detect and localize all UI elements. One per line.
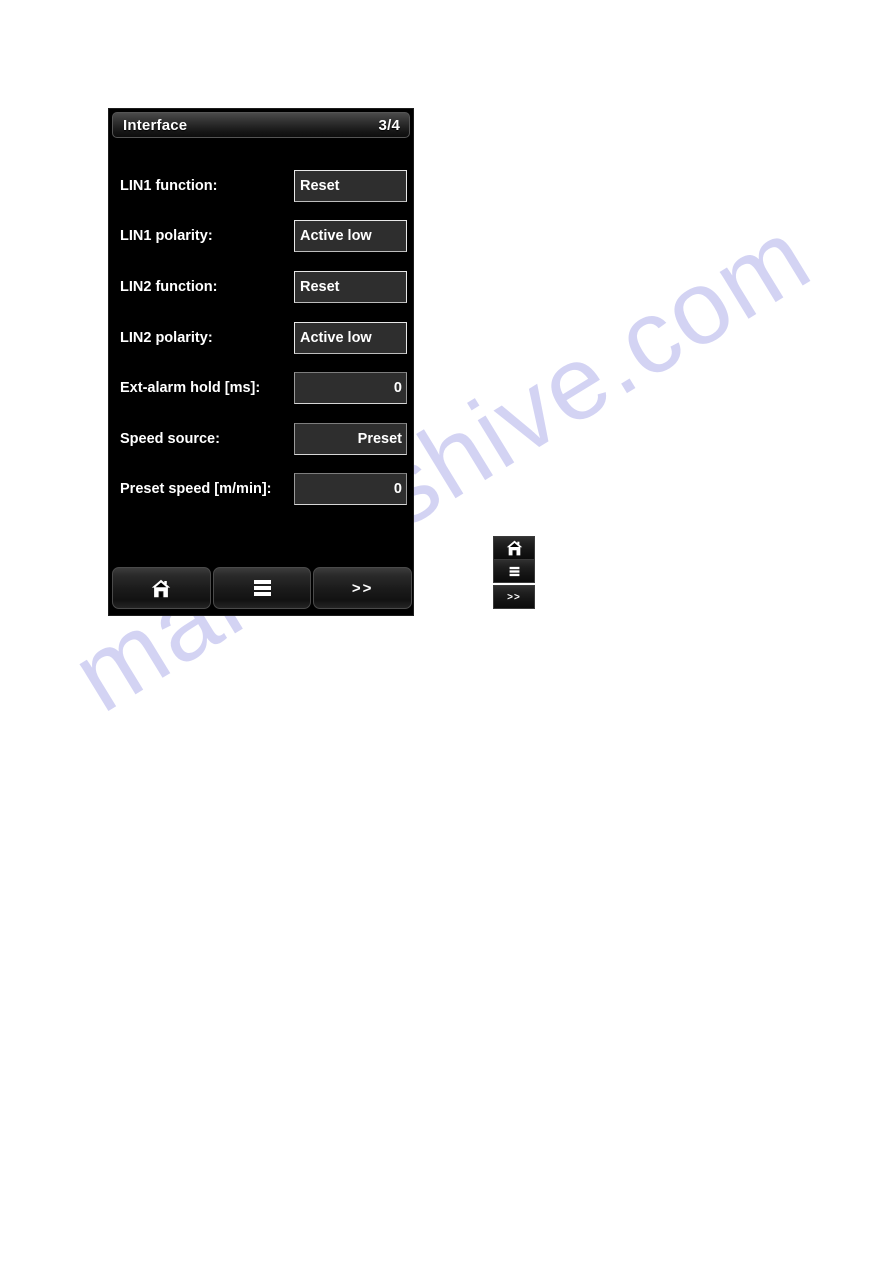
home-button[interactable]: [112, 567, 211, 609]
setting-value-lin2-polarity[interactable]: Active low: [294, 322, 407, 354]
setting-label-ext-alarm-hold: Ext-alarm hold [ms]:: [120, 380, 261, 396]
legend-menu-button[interactable]: [493, 559, 535, 583]
settings-row-list: LIN1 function: Reset LIN1 polarity: Acti…: [109, 147, 413, 567]
setting-value-preset-speed[interactable]: 0: [294, 473, 407, 505]
settings-row: Preset speed [m/min]: 0: [109, 468, 413, 510]
settings-row: LIN2 function: Reset: [109, 266, 413, 308]
setting-label-lin2-function: LIN2 function:: [120, 279, 218, 295]
setting-value-lin2-function[interactable]: Reset: [294, 271, 407, 303]
setting-label-lin1-polarity: LIN1 polarity:: [120, 228, 213, 244]
page-indicator: 3/4: [378, 116, 400, 134]
list-menu-icon: [509, 566, 520, 577]
setting-value-lin1-function[interactable]: Reset: [294, 170, 407, 202]
home-icon: [151, 579, 171, 598]
setting-label-lin2-polarity: LIN2 polarity:: [120, 330, 213, 346]
menu-button[interactable]: [212, 567, 312, 609]
home-icon: [506, 540, 523, 556]
settings-row: LIN1 polarity: Active low: [109, 215, 413, 257]
setting-value-speed-source[interactable]: Preset: [294, 423, 407, 455]
legend-home-button[interactable]: [493, 536, 535, 560]
page-title: Interface: [123, 116, 188, 134]
device-screen-panel: Interface 3/4 LIN1 function: Reset LIN1 …: [108, 108, 414, 616]
legend-next-page-label: >>: [507, 591, 521, 603]
settings-row: Speed source: Preset: [109, 418, 413, 460]
setting-label-speed-source: Speed source:: [120, 431, 220, 447]
setting-label-lin1-function: LIN1 function:: [120, 178, 218, 194]
setting-label-preset-speed: Preset speed [m/min]:: [120, 481, 272, 497]
settings-row: LIN1 function: Reset: [109, 165, 413, 207]
settings-row: Ext-alarm hold [ms]: 0: [109, 367, 413, 409]
bottom-toolbar: >>: [109, 565, 413, 615]
next-page-button[interactable]: >>: [313, 567, 413, 609]
screen-title-bar: Interface 3/4: [112, 112, 410, 138]
list-menu-icon: [253, 579, 272, 597]
setting-value-lin1-polarity[interactable]: Active low: [294, 220, 407, 252]
setting-value-ext-alarm-hold[interactable]: 0: [294, 372, 407, 404]
next-page-label: >>: [351, 579, 374, 597]
legend-next-page-button[interactable]: >>: [493, 585, 535, 609]
settings-row: LIN2 polarity: Active low: [109, 317, 413, 359]
